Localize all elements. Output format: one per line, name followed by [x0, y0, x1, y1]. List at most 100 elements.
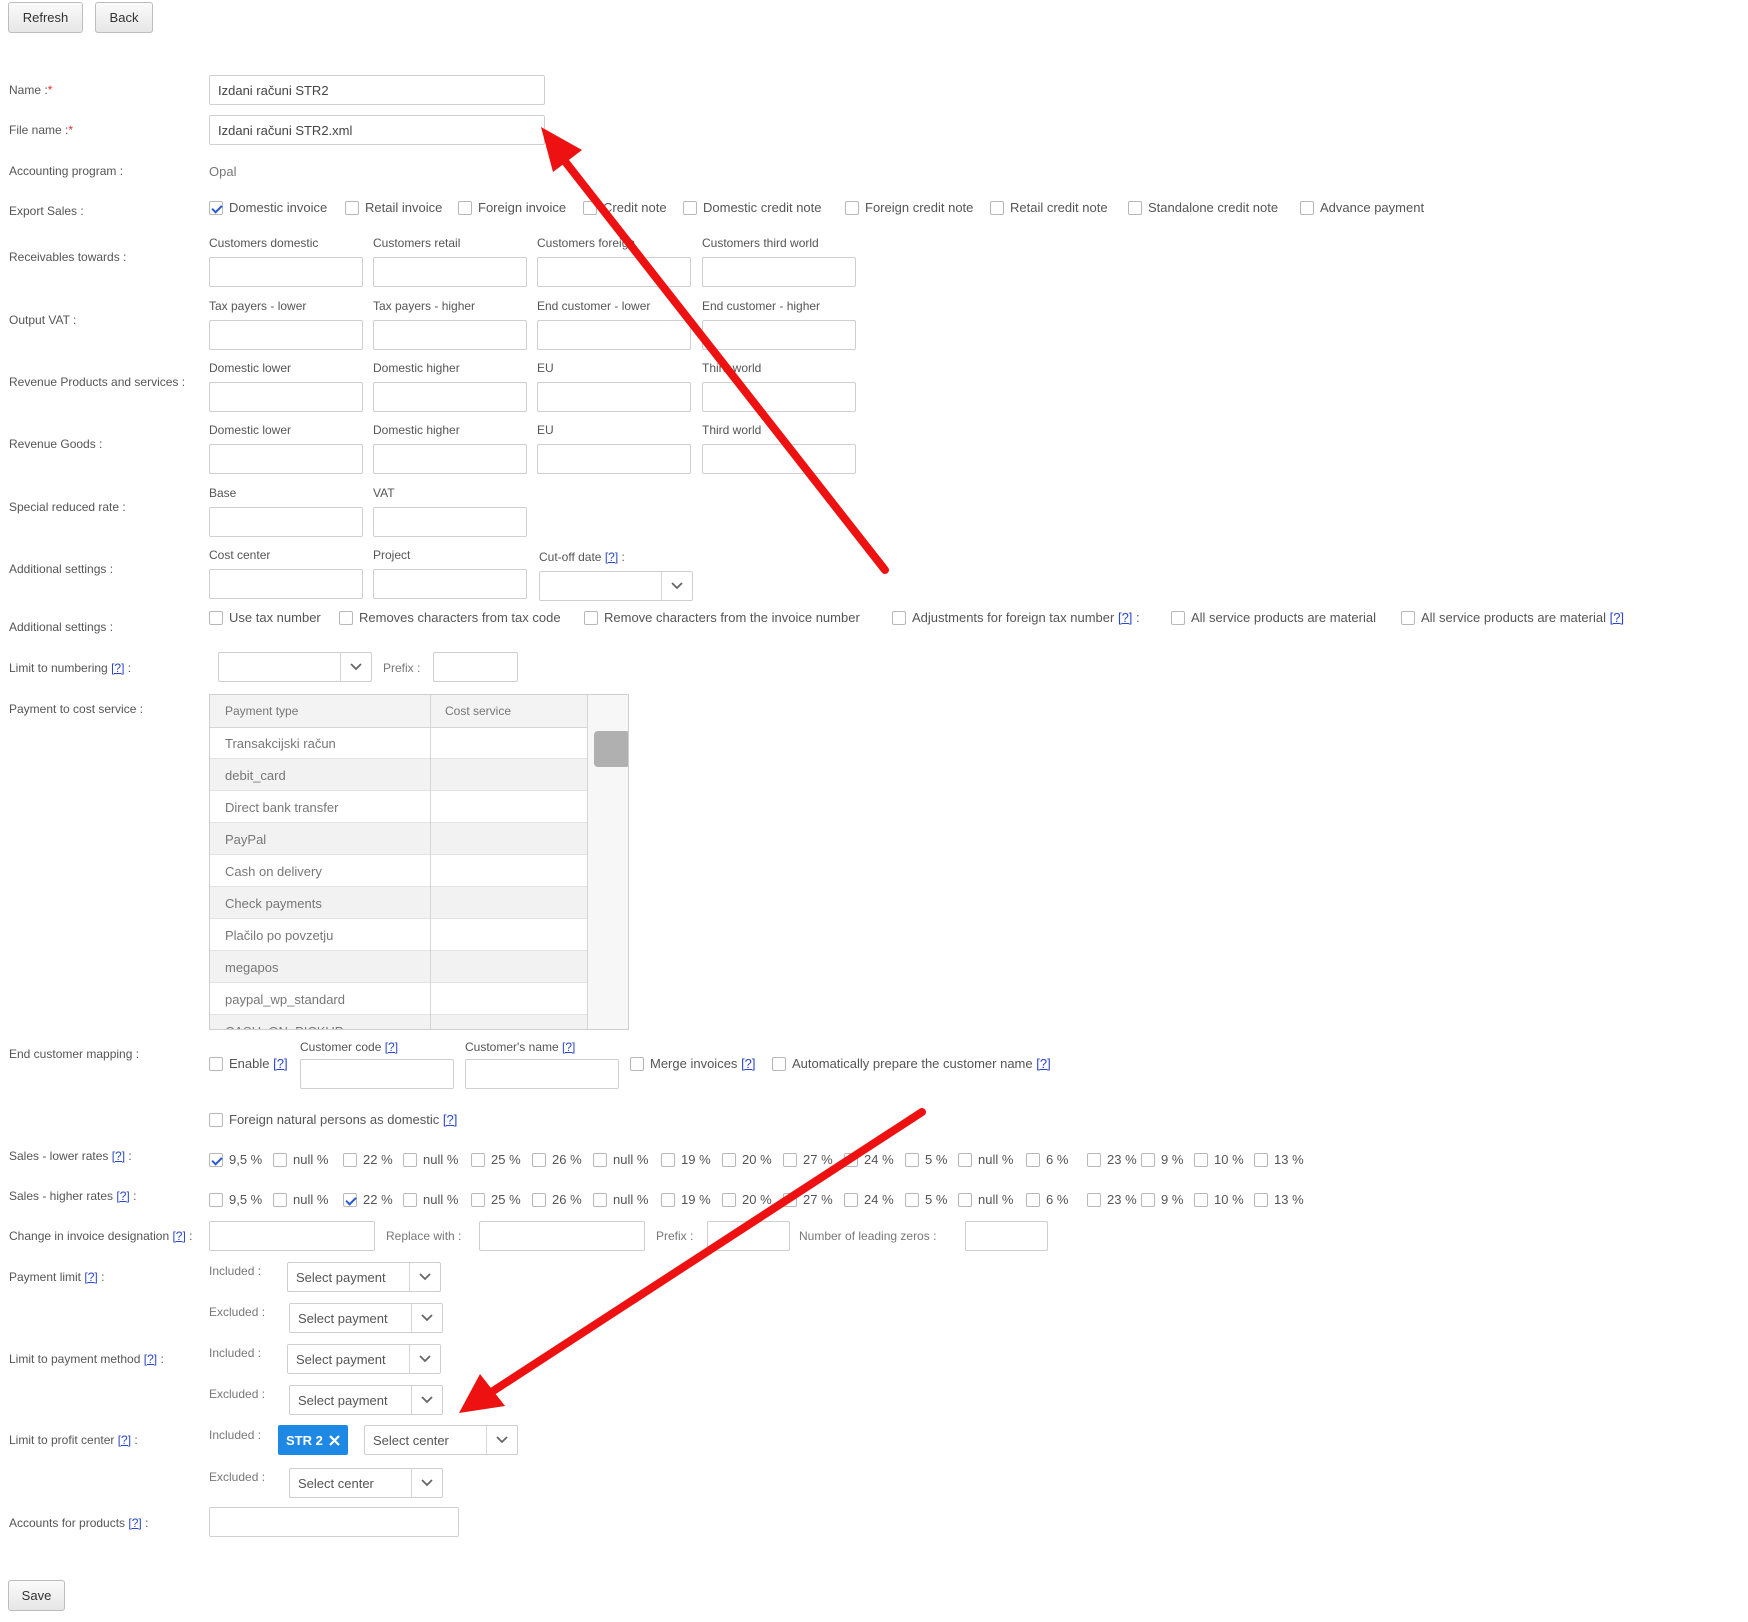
payment-limit-included-select[interactable]: Select payment: [287, 1262, 441, 1292]
cost-service-cell[interactable]: [430, 983, 588, 1015]
rate-higher-checkbox[interactable]: [273, 1193, 287, 1207]
revenue-products-field-input[interactable]: [537, 382, 691, 412]
rate-lower-checkbox[interactable]: [1087, 1153, 1101, 1167]
revenue-goods-field-input[interactable]: [702, 444, 856, 474]
rate-lower-checkbox[interactable]: [661, 1153, 675, 1167]
additional-settings-field-input[interactable]: [209, 569, 363, 599]
export-sales-checkbox[interactable]: [345, 201, 359, 215]
rate-higher-checkbox[interactable]: [403, 1193, 417, 1207]
table-row[interactable]: Plačilo po povzetju: [210, 919, 588, 951]
rate-higher-checkbox[interactable]: [661, 1193, 675, 1207]
rate-lower-checkbox[interactable]: [958, 1153, 972, 1167]
rate-lower-checkbox[interactable]: [1194, 1153, 1208, 1167]
numbering-select[interactable]: [218, 652, 372, 682]
rate-higher-checkbox[interactable]: [783, 1193, 797, 1207]
table-row[interactable]: Cash on delivery: [210, 855, 588, 887]
cost-service-cell[interactable]: [430, 887, 588, 919]
rate-lower-checkbox[interactable]: [209, 1153, 223, 1167]
enable-checkbox[interactable]: [209, 1057, 223, 1071]
export-sales-checkbox[interactable]: [845, 201, 859, 215]
additional-setting-checkbox[interactable]: [1171, 611, 1185, 625]
leading-zeros-input[interactable]: [965, 1221, 1048, 1251]
cost-service-cell[interactable]: [430, 759, 588, 791]
cost-service-cell[interactable]: [430, 855, 588, 887]
save-button[interactable]: Save: [8, 1580, 65, 1611]
refresh-button[interactable]: Refresh: [8, 2, 83, 33]
export-sales-checkbox[interactable]: [990, 201, 1004, 215]
rate-higher-checkbox[interactable]: [905, 1193, 919, 1207]
special-reduced-rate-field-input[interactable]: [373, 507, 527, 537]
payment-method-included-select[interactable]: Select payment: [287, 1344, 441, 1374]
rate-higher-checkbox[interactable]: [1194, 1193, 1208, 1207]
cost-service-cell[interactable]: [430, 727, 588, 759]
receivables-field-input[interactable]: [209, 257, 363, 287]
table-row[interactable]: debit_card: [210, 759, 588, 791]
rate-lower-checkbox[interactable]: [1254, 1153, 1268, 1167]
rate-higher-checkbox[interactable]: [209, 1193, 223, 1207]
additional-setting-checkbox[interactable]: [892, 611, 906, 625]
merge-invoices-checkbox[interactable]: [630, 1057, 644, 1071]
payment-method-excluded-select[interactable]: Select payment: [289, 1385, 443, 1415]
revenue-products-field-input[interactable]: [209, 382, 363, 412]
accounts-products-input[interactable]: [209, 1507, 459, 1537]
file-name-input[interactable]: Izdani računi STR2.xml: [209, 115, 545, 145]
cost-service-cell[interactable]: [430, 823, 588, 855]
rate-lower-checkbox[interactable]: [844, 1153, 858, 1167]
export-sales-checkbox[interactable]: [1300, 201, 1314, 215]
table-row[interactable]: paypal_wp_standard: [210, 983, 588, 1015]
replace-with-input[interactable]: [479, 1221, 645, 1251]
revenue-products-field-input[interactable]: [373, 382, 527, 412]
rate-lower-checkbox[interactable]: [905, 1153, 919, 1167]
revenue-goods-field-input[interactable]: [537, 444, 691, 474]
cost-service-cell[interactable]: [430, 791, 588, 823]
help-link[interactable]: [?]: [1118, 610, 1132, 625]
cutoff-date-select[interactable]: [539, 571, 693, 601]
column-header-payment-type[interactable]: Payment type: [210, 695, 430, 727]
rate-lower-checkbox[interactable]: [471, 1153, 485, 1167]
rate-lower-checkbox[interactable]: [532, 1153, 546, 1167]
column-header-cost-service[interactable]: Cost service: [430, 695, 588, 727]
rate-higher-checkbox[interactable]: [593, 1193, 607, 1207]
close-icon[interactable]: [329, 1434, 340, 1446]
additional-setting-checkbox[interactable]: [209, 611, 223, 625]
rate-higher-checkbox[interactable]: [471, 1193, 485, 1207]
rate-higher-checkbox[interactable]: [1254, 1193, 1268, 1207]
revenue-goods-field-input[interactable]: [373, 444, 527, 474]
rate-lower-checkbox[interactable]: [1026, 1153, 1040, 1167]
foreign-natural-checkbox[interactable]: [209, 1113, 223, 1127]
table-row[interactable]: megapos: [210, 951, 588, 983]
rate-higher-checkbox[interactable]: [1141, 1193, 1155, 1207]
rate-higher-checkbox[interactable]: [1026, 1193, 1040, 1207]
rate-higher-checkbox[interactable]: [722, 1193, 736, 1207]
table-row[interactable]: Transakcijski račun: [210, 727, 588, 759]
export-sales-checkbox[interactable]: [458, 201, 472, 215]
rate-higher-checkbox[interactable]: [1087, 1193, 1101, 1207]
table-row[interactable]: CASH_ON_PICKUP: [210, 1015, 588, 1029]
rate-lower-checkbox[interactable]: [1141, 1153, 1155, 1167]
output-vat-field-input[interactable]: [537, 320, 691, 350]
table-row[interactable]: Check payments: [210, 887, 588, 919]
additional-setting-checkbox[interactable]: [584, 611, 598, 625]
profit-center-included-select[interactable]: Select center: [364, 1425, 518, 1455]
rate-higher-checkbox[interactable]: [532, 1193, 546, 1207]
additional-settings-field-input[interactable]: [373, 569, 527, 599]
help-link[interactable]: [?]: [1610, 610, 1624, 625]
output-vat-field-input[interactable]: [373, 320, 527, 350]
designation-input[interactable]: [209, 1221, 375, 1251]
payment-limit-excluded-select[interactable]: Select payment: [289, 1303, 443, 1333]
rate-lower-checkbox[interactable]: [273, 1153, 287, 1167]
export-sales-checkbox[interactable]: [1128, 201, 1142, 215]
table-row[interactable]: Direct bank transfer: [210, 791, 588, 823]
revenue-goods-field-input[interactable]: [209, 444, 363, 474]
customer-name-input[interactable]: [465, 1059, 619, 1089]
output-vat-field-input[interactable]: [209, 320, 363, 350]
cost-service-cell[interactable]: [430, 1015, 588, 1029]
receivables-field-input[interactable]: [373, 257, 527, 287]
customer-code-input[interactable]: [300, 1059, 454, 1089]
additional-setting-checkbox[interactable]: [1401, 611, 1415, 625]
cost-service-cell[interactable]: [430, 919, 588, 951]
rate-lower-checkbox[interactable]: [593, 1153, 607, 1167]
profit-center-excluded-select[interactable]: Select center: [289, 1468, 443, 1498]
name-input[interactable]: Izdani računi STR2: [209, 75, 545, 105]
rate-higher-checkbox[interactable]: [958, 1193, 972, 1207]
